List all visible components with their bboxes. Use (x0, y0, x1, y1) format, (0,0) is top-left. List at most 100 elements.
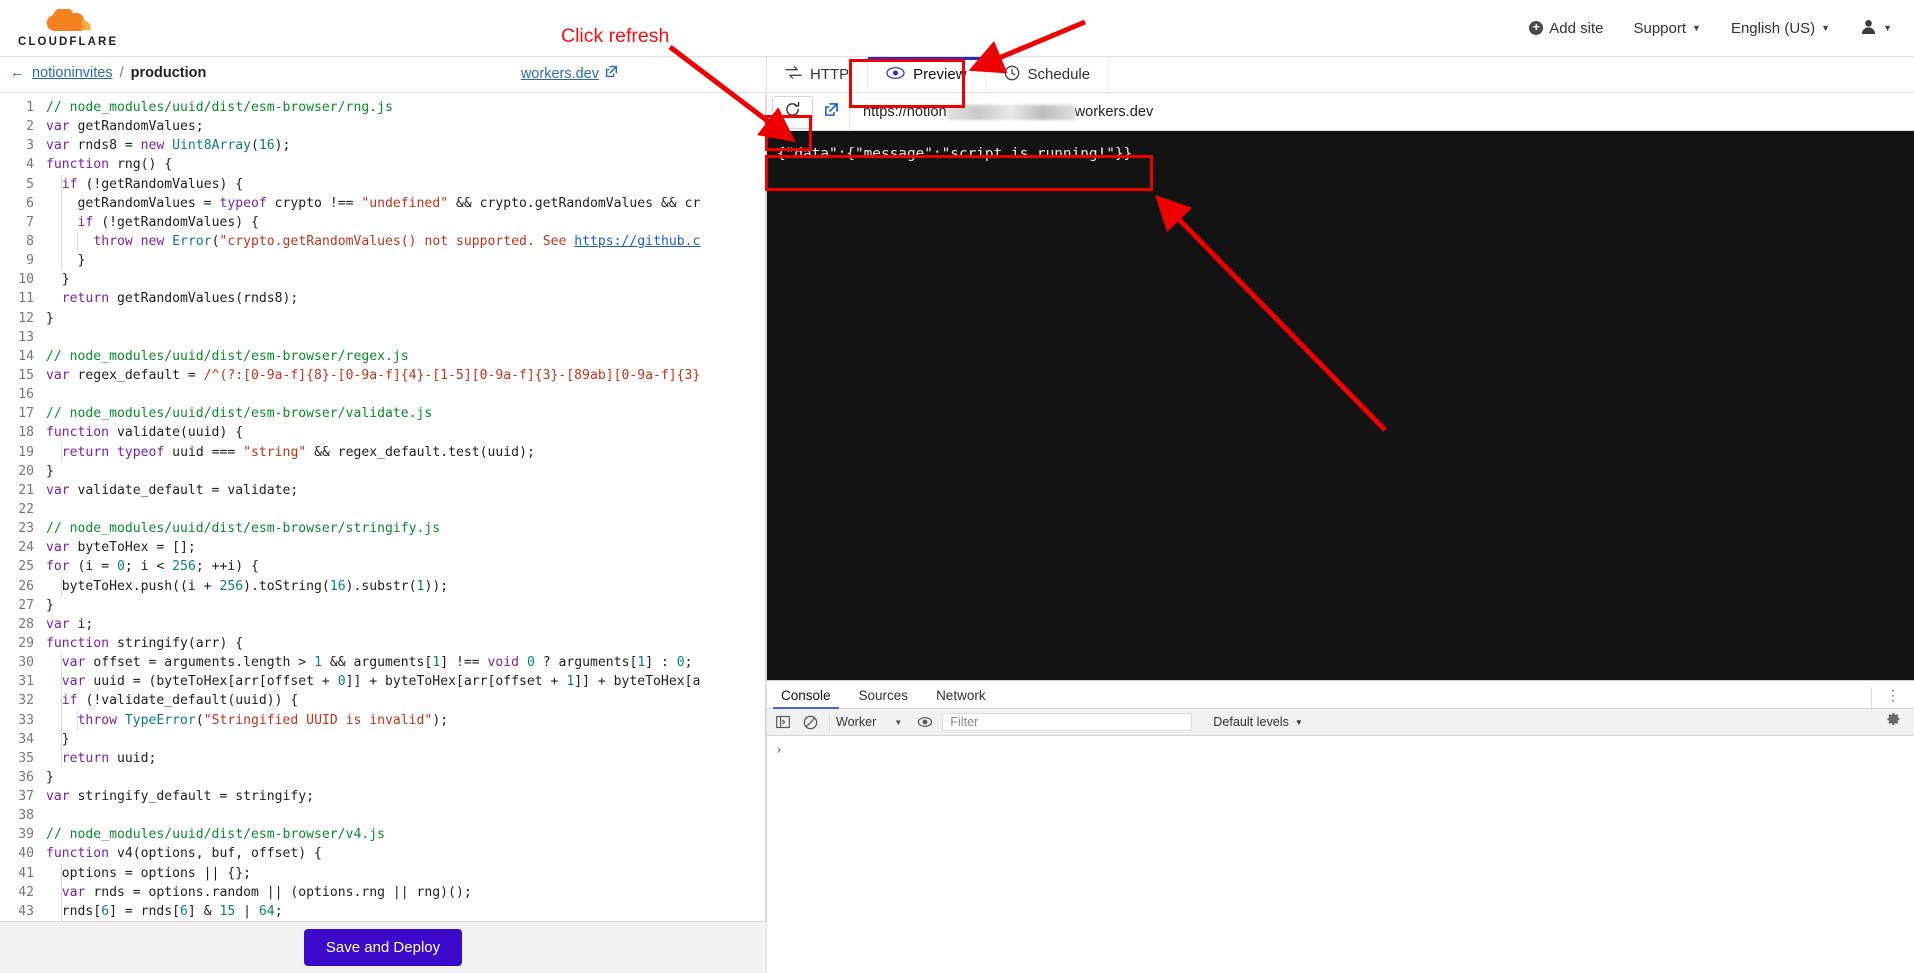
code-text: rnds[6] = rnds[6] & 15 | 64; (46, 903, 283, 919)
indent-guide (61, 672, 62, 692)
line-number: 36 (18, 769, 34, 785)
line-number: 20 (18, 463, 34, 479)
line-number: 11 (18, 291, 34, 307)
plus-circle-icon: + (1529, 21, 1544, 35)
code-line: 25 for (i = 0; i < 256; ++i) { (0, 557, 765, 576)
code-line: 21 var validate_default = validate; (0, 481, 765, 500)
add-site-button[interactable]: + Add site (1529, 20, 1603, 37)
support-menu[interactable]: Support ▼ (1633, 20, 1700, 37)
code-line: 11 return getRandomValues(rnds8); (0, 289, 765, 308)
breadcrumb: ← notioninvites / production (10, 64, 206, 81)
back-arrow-icon[interactable]: ← (10, 64, 25, 81)
console-log-levels-value: Default levels (1213, 715, 1289, 729)
code-text: var offset = arguments.length > 1 && arg… (61, 655, 693, 671)
line-number: 43 (18, 903, 34, 919)
code-line: 19 return typeof uuid === "string" && re… (0, 442, 765, 462)
preview-url-input[interactable]: https://notion workers.dev (849, 95, 1914, 129)
gear-icon[interactable] (1886, 712, 1909, 732)
tab-preview[interactable]: Preview (868, 57, 986, 92)
code-text: var rnds8 = new Uint8Array(16); (46, 138, 291, 154)
devtools-tab-sources[interactable]: Sources (845, 688, 923, 708)
code-line: 28 var i; (0, 615, 765, 634)
indent-guide (61, 901, 62, 921)
code-text: function v4(options, buf, offset) { (46, 846, 322, 862)
code-text: return getRandomValues(rnds8); (61, 291, 299, 307)
devtools-tab-network[interactable]: Network (922, 688, 1000, 708)
code-line: 24 var byteToHex = []; (0, 538, 765, 557)
line-number: 13 (18, 329, 34, 345)
console-filter-input[interactable]: Filter (942, 713, 1193, 731)
code-text: throw TypeError("Stringified UUID is inv… (77, 712, 449, 728)
console-sidebar-icon[interactable] (773, 713, 793, 732)
code-line: 13 (0, 328, 765, 347)
language-label: English (US) (1730, 19, 1816, 37)
line-number: 15 (18, 367, 34, 383)
code-content: 1 // node_modules/uuid/dist/esm-browser/r… (0, 94, 765, 921)
line-number: 6 (26, 195, 34, 211)
open-in-new-tab-button[interactable] (813, 96, 849, 129)
code-text: var i; (46, 616, 94, 632)
indent-guide (61, 442, 62, 462)
code-text: var stringify_default = stringify; (46, 789, 315, 805)
indent-guide (61, 231, 62, 252)
tab-http[interactable]: HTTP (767, 57, 869, 92)
code-text: if (!getRandomValues) { (61, 176, 244, 192)
code-line: 29 function stringify(arr) { (0, 634, 765, 653)
line-number: 30 (18, 655, 34, 671)
language-menu[interactable]: English (US) ▼ (1731, 20, 1830, 37)
code-line: 15 var regex_default = /^(?:[0-9a-f]{8}-[… (0, 366, 765, 385)
code-line: 37 var stringify_default = stringify; (0, 787, 765, 806)
clear-console-icon[interactable] (800, 713, 820, 732)
top-header-bar: CLOUDFLARE + Add site Support ▼ English … (0, 0, 1914, 57)
cloudflare-logo[interactable]: CLOUDFLARE (18, 6, 119, 48)
code-text: // node_modules/uuid/dist/esm-browser/v4… (46, 827, 385, 843)
kebab-menu-icon[interactable]: ⋮ (1871, 687, 1914, 708)
code-line: 22 (0, 500, 765, 519)
refresh-button[interactable] (772, 95, 813, 129)
console-context-select[interactable]: Worker ▼ (829, 712, 908, 732)
indent-guide (61, 710, 62, 730)
line-number: 29 (18, 635, 34, 651)
code-line: 7 if (!getRandomValues) { (0, 212, 765, 232)
console-prompt[interactable]: › (775, 743, 1914, 758)
devtools-tab-console[interactable]: Console (767, 688, 845, 709)
code-line: 10 } (0, 270, 765, 289)
code-text: } (46, 272, 70, 288)
indent-guide (61, 576, 62, 596)
tab-schedule[interactable]: Schedule (986, 57, 1110, 92)
preview-response-area: {"data":{"message":"script is running!"}… (767, 131, 1914, 680)
cloudflare-wordmark: CLOUDFLARE (18, 35, 119, 48)
line-number: 39 (18, 827, 34, 843)
line-number: 40 (18, 846, 34, 862)
live-expression-icon[interactable] (915, 713, 935, 732)
url-suffix: workers.dev (1074, 104, 1154, 120)
preview-url-bar: https://notion workers.dev (767, 94, 1914, 131)
code-line: 31 var uuid = (byteToHex[arr[offset + 0]… (0, 672, 765, 692)
code-line: 4 function rng() { (0, 155, 765, 174)
account-menu[interactable]: ▼ (1860, 18, 1892, 39)
add-site-label: Add site (1549, 19, 1604, 37)
code-line: 39 // node_modules/uuid/dist/esm-browser/… (0, 825, 765, 844)
line-number: 16 (18, 387, 34, 403)
code-text: } (46, 769, 54, 785)
console-log-levels-select[interactable]: Default levels ▼ (1213, 715, 1303, 729)
workers-dev-link[interactable]: workers.dev (521, 65, 618, 82)
save-and-deploy-button[interactable]: Save and Deploy (303, 929, 463, 966)
chevron-down-icon: ▼ (894, 717, 903, 727)
redacted-url-block (946, 104, 1075, 120)
breadcrumb-project-link[interactable]: notioninvites (32, 65, 113, 81)
line-number: 21 (18, 482, 34, 498)
tab-schedule-label: Schedule (1027, 66, 1091, 83)
tab-preview-label: Preview (913, 66, 967, 83)
code-text: function stringify(arr) { (46, 635, 244, 651)
chevron-down-icon: ▼ (1821, 23, 1831, 33)
preview-pane: https://notion workers.dev {"data":{"mess… (766, 94, 1914, 973)
code-line: 42 var rnds = options.random || (options… (0, 882, 765, 902)
user-avatar-icon (1860, 18, 1877, 39)
console-output-area[interactable]: › (767, 737, 1914, 973)
code-text: } (46, 310, 54, 326)
code-line: 18 function validate(uuid) { (0, 423, 765, 442)
code-editor[interactable]: 1 // node_modules/uuid/dist/esm-browser/r… (0, 94, 766, 921)
line-number: 12 (18, 310, 34, 326)
line-number: 7 (26, 214, 34, 230)
